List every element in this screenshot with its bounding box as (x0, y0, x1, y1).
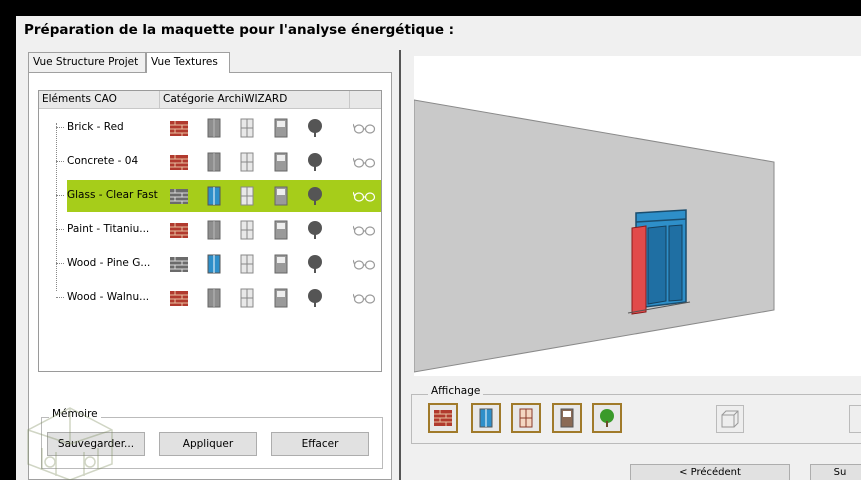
tree-connector (56, 161, 64, 162)
clear-button[interactable]: Effacer (271, 432, 369, 456)
display-door-toggle[interactable] (511, 403, 541, 433)
tree-connector (56, 297, 64, 298)
glasses-icon[interactable] (352, 223, 377, 237)
door-icon[interactable] (271, 152, 291, 172)
tree-connector (56, 229, 64, 230)
display-vegetation-toggle[interactable] (592, 403, 622, 433)
3d-viewport[interactable] (414, 56, 861, 376)
glasses-icon[interactable] (352, 155, 377, 169)
page-title: Préparation de la maquette pour l'analys… (24, 22, 455, 38)
window-icon[interactable] (204, 254, 224, 274)
display-brick-toggle[interactable] (428, 403, 458, 433)
previous-button[interactable]: < Précédent (630, 464, 790, 480)
door-icon[interactable] (271, 220, 291, 240)
door-icon[interactable] (237, 288, 257, 308)
view-cube-button[interactable] (716, 405, 744, 433)
tree-icon[interactable] (305, 186, 325, 206)
tree-connector (56, 127, 64, 128)
tree-row[interactable]: Concrete - 04 (39, 145, 381, 179)
door-icon[interactable] (271, 254, 291, 274)
brick-icon[interactable] (169, 220, 189, 240)
material-name: Glass - Clear Fast (67, 189, 158, 201)
apply-button[interactable]: Appliquer (159, 432, 257, 456)
tree-icon (600, 409, 614, 427)
display-opaque-door-toggle[interactable] (552, 403, 582, 433)
tree-icon[interactable] (305, 288, 325, 308)
tab-structure-projet[interactable]: Vue Structure Projet (28, 52, 146, 72)
header-archiwizard-category[interactable]: Catégorie ArchiWIZARD (163, 93, 287, 105)
door-icon[interactable] (237, 118, 257, 138)
door-icon[interactable] (237, 254, 257, 274)
glasses-icon[interactable] (352, 189, 377, 203)
window-icon[interactable] (204, 152, 224, 172)
tree-icon[interactable] (305, 220, 325, 240)
tree-row[interactable]: Glass - Clear Fast (39, 179, 381, 213)
tree-icon[interactable] (305, 118, 325, 138)
glasses-icon[interactable] (352, 257, 377, 271)
main-window: Préparation de la maquette pour l'analys… (16, 16, 861, 480)
window-icon[interactable] (204, 186, 224, 206)
glasses-icon[interactable] (352, 121, 377, 135)
panel-splitter[interactable] (399, 50, 401, 480)
cube-icon (721, 410, 739, 428)
door-icon (560, 408, 574, 428)
tree-row[interactable]: Brick - Red (39, 111, 381, 145)
tree-row[interactable]: Paint - Titaniu... (39, 213, 381, 247)
door-icon[interactable] (237, 152, 257, 172)
door-icon[interactable] (237, 220, 257, 240)
next-button[interactable]: Su (810, 464, 861, 480)
door-icon[interactable] (271, 118, 291, 138)
display-legend: Affichage (428, 385, 484, 397)
brick-icon[interactable] (169, 288, 189, 308)
brick-icon[interactable] (169, 186, 189, 206)
tree-connector (56, 263, 64, 264)
tree-icon[interactable] (305, 152, 325, 172)
header-cao-elements[interactable]: Eléments CAO (42, 93, 117, 105)
tree-row[interactable]: Wood - Walnu... (39, 281, 381, 315)
window-icon[interactable] (204, 118, 224, 138)
tree-header: Eléments CAO Catégorie ArchiWIZARD (39, 91, 381, 109)
texture-tree[interactable]: Eléments CAO Catégorie ArchiWIZARD Brick… (38, 90, 382, 372)
door-icon[interactable] (271, 288, 291, 308)
brick-icon[interactable] (169, 118, 189, 138)
door-icon[interactable] (271, 186, 291, 206)
brick-icon[interactable] (169, 254, 189, 274)
door-icon[interactable] (237, 186, 257, 206)
window-icon[interactable] (204, 220, 224, 240)
material-name: Paint - Titaniu... (67, 223, 150, 235)
edge-tool-button[interactable] (849, 405, 861, 433)
brick-icon[interactable] (169, 152, 189, 172)
brick-icon (434, 410, 452, 426)
glasses-icon[interactable] (352, 291, 377, 305)
tree-row[interactable]: Wood - Pine G... (39, 247, 381, 281)
window-icon (479, 408, 493, 428)
tree-icon[interactable] (305, 254, 325, 274)
archiwizard-logo-watermark (27, 407, 113, 480)
material-name: Concrete - 04 (67, 155, 139, 167)
tree-connector (56, 195, 64, 196)
material-name: Brick - Red (67, 121, 124, 133)
door-icon (519, 408, 533, 428)
display-window-toggle[interactable] (471, 403, 501, 433)
tab-textures[interactable]: Vue Textures (146, 52, 230, 73)
material-name: Wood - Pine G... (67, 257, 151, 269)
material-name: Wood - Walnu... (67, 291, 150, 303)
window-icon[interactable] (204, 288, 224, 308)
